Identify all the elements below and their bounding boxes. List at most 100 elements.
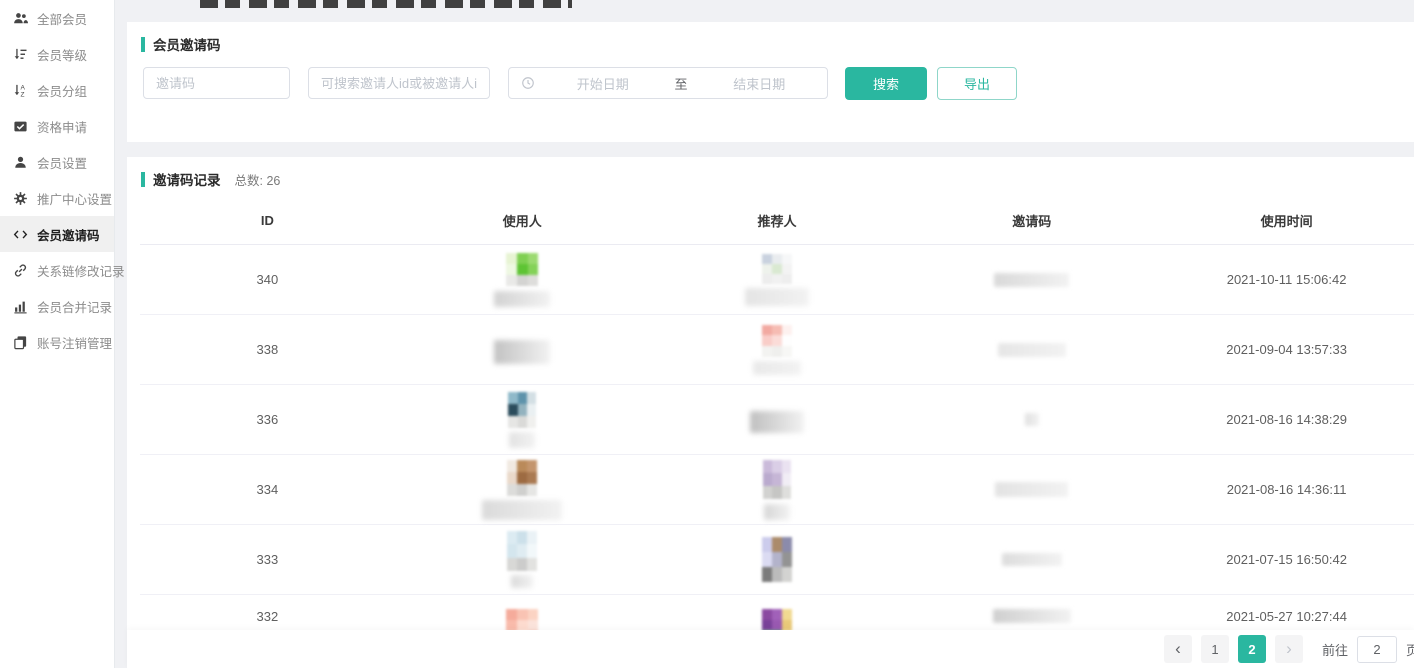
col-header-time: 使用时间 xyxy=(1159,197,1414,244)
blurred-avatar xyxy=(763,460,791,500)
cell-id: 340 xyxy=(140,245,395,314)
blurred-name xyxy=(482,500,562,520)
cell-id: 333 xyxy=(140,525,395,594)
cell-referrer xyxy=(650,245,905,314)
sidebar-item-link[interactable]: 关系链修改记录 xyxy=(0,252,114,288)
blurred-avatar xyxy=(762,325,792,357)
gear-icon xyxy=(13,191,28,206)
table-body: 340 2021-10-11 15:06:42 338 2021-09-04 1… xyxy=(140,245,1414,665)
main-content: 会员邀请码 开始日期 至 结束日期 搜索 导出 邀请码记录 总数: 26 ID xyxy=(115,0,1414,668)
table-row: 340 2021-10-11 15:06:42 xyxy=(140,245,1414,315)
cell-id: 338 xyxy=(140,315,395,384)
clipped-page-title xyxy=(200,0,572,8)
cell-code xyxy=(904,525,1159,594)
cell-user xyxy=(395,525,650,594)
col-header-referrer: 推荐人 xyxy=(650,197,905,244)
search-panel-header: 会员邀请码 xyxy=(141,34,221,54)
sidebar-item-bar-chart[interactable]: 会员合并记录 xyxy=(0,288,114,324)
goto-page-label: 前往 xyxy=(1322,640,1348,659)
cell-time: 2021-08-16 14:38:29 xyxy=(1159,385,1414,454)
table-row: 334 2021-08-16 14:36:11 xyxy=(140,455,1414,525)
sidebar-item-copy[interactable]: 账号注销管理 xyxy=(0,324,114,360)
section-accent-bar xyxy=(141,172,145,187)
apply-check-icon xyxy=(13,119,28,134)
blurred-avatar xyxy=(762,254,792,284)
sidebar-item-apply-check[interactable]: 资格申请 xyxy=(0,108,114,144)
records-panel: 邀请码记录 总数: 26 ID 使用人 推荐人 邀请码 使用时间 340 202… xyxy=(127,157,1414,668)
link-icon xyxy=(13,263,28,278)
blurred-invite-code xyxy=(1002,553,1062,566)
inviter-id-input[interactable] xyxy=(308,67,490,99)
blurred-invite-code xyxy=(995,482,1068,497)
goto-page-input[interactable] xyxy=(1357,636,1397,663)
sidebar-item-user[interactable]: 会员设置 xyxy=(0,144,114,180)
sidebar-item-sort-levels[interactable]: 会员等级 xyxy=(0,36,114,72)
pagination-bar: ‹ 12 › 前往 页 xyxy=(127,630,1414,668)
page-button-1[interactable]: 1 xyxy=(1201,635,1229,663)
invite-code-input[interactable] xyxy=(143,67,290,99)
prev-page-button[interactable]: ‹ xyxy=(1164,635,1192,663)
records-panel-header: 邀请码记录 总数: 26 xyxy=(141,169,280,189)
cell-id: 334 xyxy=(140,455,395,524)
blurred-name xyxy=(511,575,533,588)
records-total: 总数: 26 xyxy=(235,170,281,189)
next-page-button[interactable]: › xyxy=(1275,635,1303,663)
table-row: 338 2021-09-04 13:57:33 xyxy=(140,315,1414,385)
code-icon xyxy=(13,227,28,242)
cell-referrer xyxy=(650,315,905,384)
cell-referrer xyxy=(650,385,905,454)
svg-text:Z: Z xyxy=(21,91,25,97)
search-button[interactable]: 搜索 xyxy=(845,67,927,100)
blurred-name xyxy=(764,504,790,520)
blurred-name xyxy=(494,340,550,364)
date-range-picker[interactable]: 开始日期 至 结束日期 xyxy=(508,67,828,99)
blurred-invite-code xyxy=(993,609,1071,623)
blurred-name xyxy=(494,291,550,307)
blurred-avatar xyxy=(507,460,537,496)
page-buttons: 12 xyxy=(1201,635,1266,663)
sidebar-item-gear[interactable]: 推广中心设置 xyxy=(0,180,114,216)
sidebar-item-users[interactable]: 全部会员 xyxy=(0,0,114,36)
cell-referrer xyxy=(650,525,905,594)
page-unit-label: 页 xyxy=(1406,640,1414,659)
page-button-2[interactable]: 2 xyxy=(1238,635,1266,663)
sort-alpha-icon: AZ xyxy=(13,83,28,98)
user-icon xyxy=(13,155,28,170)
sidebar-item-code[interactable]: 会员邀请码 xyxy=(0,216,114,252)
col-header-user: 使用人 xyxy=(395,197,650,244)
table-row: 333 2021-07-15 16:50:42 xyxy=(140,525,1414,595)
blurred-avatar xyxy=(506,253,538,287)
blurred-name xyxy=(509,432,535,448)
clock-icon xyxy=(521,76,535,90)
date-separator: 至 xyxy=(671,74,692,93)
sidebar: 全部会员 会员等级 AZ 会员分组 资格申请 会员设置 推广中心设置 会员邀请码… xyxy=(0,0,115,668)
blurred-avatar xyxy=(508,392,536,428)
blurred-invite-code xyxy=(998,343,1066,357)
sidebar-item-sort-alpha[interactable]: AZ 会员分组 xyxy=(0,72,114,108)
sort-levels-icon xyxy=(13,47,28,62)
cell-time: 2021-08-16 14:36:11 xyxy=(1159,455,1414,524)
cell-referrer xyxy=(650,455,905,524)
blurred-avatar xyxy=(762,537,792,583)
cell-id: 336 xyxy=(140,385,395,454)
col-header-code: 邀请码 xyxy=(904,197,1159,244)
search-panel-title: 会员邀请码 xyxy=(153,34,221,54)
export-button[interactable]: 导出 xyxy=(937,67,1017,100)
cell-code xyxy=(904,245,1159,314)
blurred-invite-code xyxy=(994,273,1069,287)
cell-code xyxy=(904,455,1159,524)
section-accent-bar xyxy=(141,37,145,52)
cell-user xyxy=(395,385,650,454)
date-start-placeholder[interactable]: 开始日期 xyxy=(535,74,671,93)
bar-chart-icon xyxy=(13,299,28,314)
cell-code xyxy=(904,385,1159,454)
date-end-placeholder[interactable]: 结束日期 xyxy=(692,74,828,93)
records-panel-title: 邀请码记录 xyxy=(153,169,221,189)
blurred-avatar xyxy=(507,531,537,571)
cell-user xyxy=(395,245,650,314)
svg-text:A: A xyxy=(21,84,26,91)
blurred-name xyxy=(753,361,801,375)
blurred-name xyxy=(745,288,809,306)
cell-time: 2021-07-15 16:50:42 xyxy=(1159,525,1414,594)
cell-code xyxy=(904,315,1159,384)
